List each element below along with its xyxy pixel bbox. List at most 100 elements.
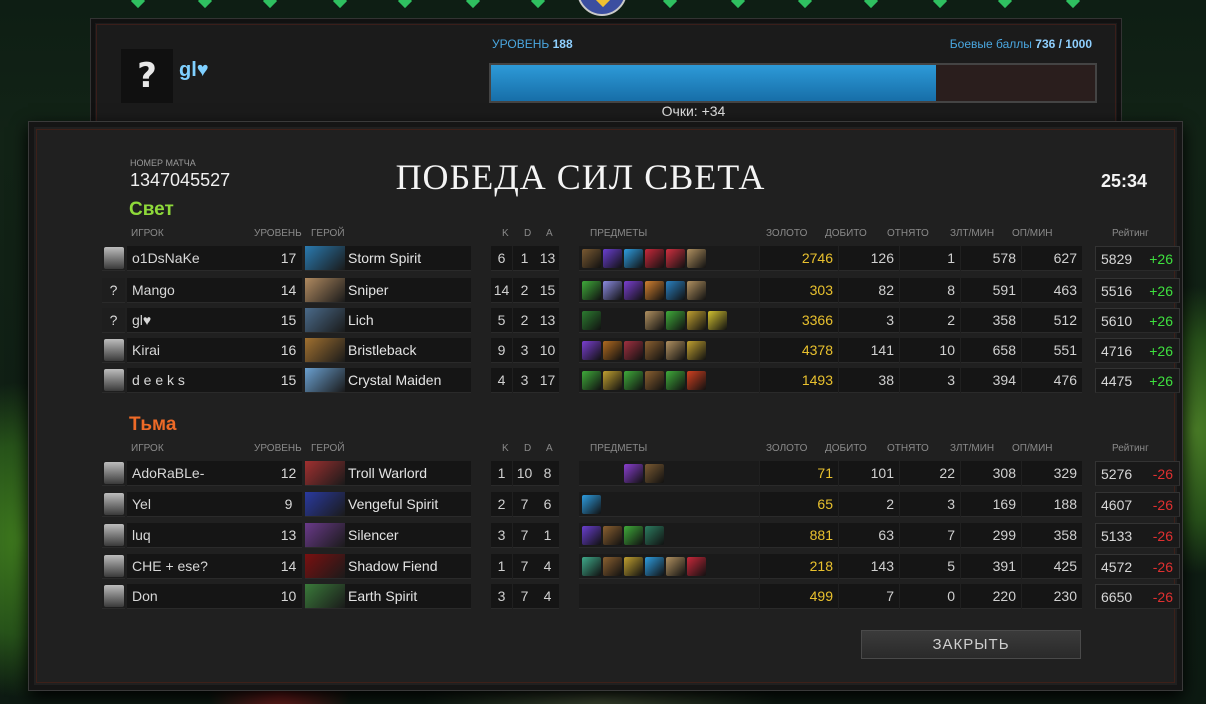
player-name[interactable]: Mango (127, 278, 275, 303)
item-icon[interactable] (645, 311, 664, 330)
player-name[interactable]: gl♥ (127, 308, 275, 333)
item-icon[interactable] (582, 281, 601, 300)
player-avatar[interactable]: ? (102, 308, 125, 333)
item-icon[interactable] (624, 464, 643, 483)
hero-portrait[interactable] (305, 554, 345, 579)
player-name[interactable]: d e e k s (127, 368, 275, 393)
hero-portrait[interactable] (305, 338, 345, 363)
hero-portrait[interactable] (305, 523, 345, 548)
xp-per-min: 329 (1022, 461, 1082, 486)
player-avatar[interactable] (102, 368, 125, 393)
player-row[interactable]: d e e k s 15 Crystal Maiden 4 3 17 1493 38 3 394 4… (102, 368, 1180, 393)
item-icon[interactable] (687, 311, 706, 330)
kills: 5 (491, 308, 512, 333)
player-avatar[interactable] (102, 338, 125, 363)
item-icon[interactable] (603, 341, 622, 360)
player-name[interactable]: Don (127, 584, 275, 609)
avatar-placeholder: ? (109, 312, 118, 328)
hero-portrait[interactable] (305, 308, 345, 333)
item-icon[interactable] (603, 557, 622, 576)
player-row[interactable]: AdoRaBLe- 12 Troll Warlord 1 10 8 71 101 22 308 32… (102, 461, 1180, 486)
player-avatar[interactable] (102, 246, 125, 271)
item-icon[interactable] (603, 526, 622, 545)
item-icon[interactable] (582, 341, 601, 360)
item-icon[interactable] (645, 281, 664, 300)
item-icon[interactable] (624, 281, 643, 300)
item-icon[interactable] (687, 281, 706, 300)
items-list (579, 523, 759, 548)
hero-portrait[interactable] (305, 492, 345, 517)
item-icon[interactable] (624, 557, 643, 576)
item-icon[interactable] (582, 249, 601, 268)
hero-portrait[interactable] (305, 368, 345, 393)
item-icon[interactable] (687, 249, 706, 268)
close-button[interactable]: ЗАКРЫТЬ (861, 630, 1081, 659)
player-name[interactable]: Kirai (127, 338, 275, 363)
gold-per-min: 358 (961, 308, 1021, 333)
item-icon[interactable] (666, 371, 685, 390)
player-avatar[interactable] (102, 461, 125, 486)
item-icon[interactable] (603, 249, 622, 268)
level-readout: УРОВЕНЬ 188 (492, 37, 573, 51)
item-icon[interactable] (687, 341, 706, 360)
xp-per-min: 551 (1022, 338, 1082, 363)
item-icon[interactable] (708, 311, 727, 330)
item-icon[interactable] (582, 526, 601, 545)
player-row[interactable]: CHE + ese? 14 Shadow Fiend 1 7 4 218 143 5 391 425… (102, 554, 1180, 579)
last-hits: 3 (839, 308, 899, 333)
item-icon[interactable] (645, 249, 664, 268)
player-row[interactable]: Kirai 16 Bristleback 9 3 10 4378 141 10 658 551 471… (102, 338, 1180, 363)
gold: 218 (760, 554, 838, 579)
item-icon[interactable] (645, 557, 664, 576)
player-avatar[interactable] (102, 523, 125, 548)
item-icon[interactable] (645, 526, 664, 545)
player-row[interactable]: o1DsNaKe 17 Storm Spirit 6 1 13 2746 126 1 578 627… (102, 246, 1180, 271)
item-icon[interactable] (666, 281, 685, 300)
item-icon[interactable] (603, 281, 622, 300)
header-items: ПРЕДМЕТЫ (590, 443, 648, 454)
denies: 10 (900, 338, 960, 363)
item-icon[interactable] (603, 371, 622, 390)
player-name[interactable]: o1DsNaKe (127, 246, 275, 271)
item-icon[interactable] (666, 557, 685, 576)
item-icon[interactable] (666, 341, 685, 360)
item-icon[interactable] (645, 371, 664, 390)
item-icon[interactable] (624, 249, 643, 268)
item-icon[interactable] (582, 495, 601, 514)
player-row[interactable]: Yel 9 Vengeful Spirit 2 7 6 65 2 3 169 188 4607 -26 (102, 492, 1180, 517)
player-name[interactable]: CHE + ese? (127, 554, 275, 579)
player-avatar[interactable] (102, 492, 125, 517)
player-row[interactable]: luq 13 Silencer 3 7 1 881 63 7 299 358 5133 -26 (102, 523, 1180, 548)
header-xpm: ОП/МИН (1012, 443, 1053, 454)
item-icon[interactable] (624, 371, 643, 390)
hero-portrait[interactable] (305, 246, 345, 271)
rating-change: -26 (1152, 466, 1173, 482)
item-icon[interactable] (582, 371, 601, 390)
item-icon[interactable] (582, 311, 601, 330)
hero-portrait[interactable] (305, 584, 345, 609)
player-name[interactable]: luq (127, 523, 275, 548)
item-icon[interactable] (687, 371, 706, 390)
item-icon[interactable] (666, 311, 685, 330)
item-icon[interactable] (666, 249, 685, 268)
item-icon[interactable] (582, 557, 601, 576)
item-icon[interactable] (624, 341, 643, 360)
item-icon[interactable] (645, 341, 664, 360)
hero-portrait[interactable] (305, 461, 345, 486)
rating-change: +26 (1149, 343, 1173, 359)
item-icon[interactable] (687, 557, 706, 576)
profile-avatar[interactable]: ? (121, 49, 173, 103)
item-icon[interactable] (624, 526, 643, 545)
gold-per-min: 299 (961, 523, 1021, 548)
player-avatar[interactable] (102, 584, 125, 609)
player-avatar[interactable] (102, 554, 125, 579)
player-row[interactable]: Don 10 Earth Spirit 3 7 4 499 7 0 220 230 6650 -26 (102, 584, 1180, 609)
player-row[interactable]: ? gl♥ 15 Lich 5 2 13 3366 3 2 358 512 5610 +26 (102, 308, 1180, 333)
player-name[interactable]: Yel (127, 492, 275, 517)
player-name[interactable]: AdoRaBLe- (127, 461, 275, 486)
item-icon[interactable] (645, 464, 664, 483)
player-row[interactable]: ? Mango 14 Sniper 14 2 15 303 82 8 591 463 5516 +26 (102, 278, 1180, 303)
player-avatar[interactable]: ? (102, 278, 125, 303)
hero-portrait[interactable] (305, 278, 345, 303)
last-hits: 7 (839, 584, 899, 609)
